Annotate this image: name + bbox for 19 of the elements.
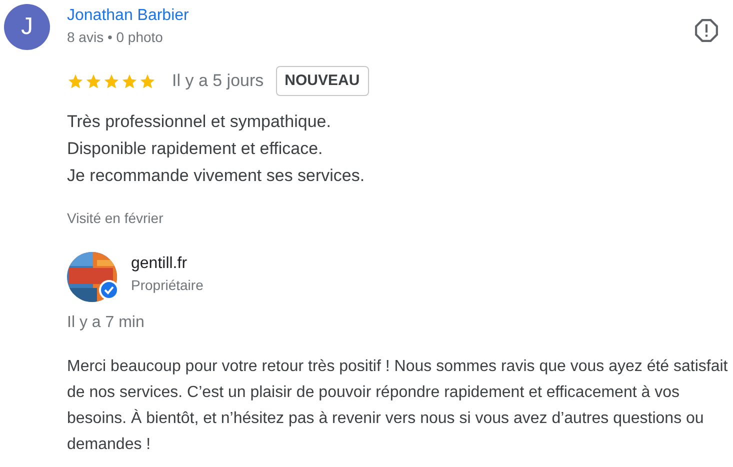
review-line: Disponible rapidement et efficace. (67, 138, 323, 160)
star-icon (67, 72, 84, 90)
owner-name[interactable]: gentill.fr (131, 253, 204, 275)
review-line: Très professionnel et sympathique. (67, 111, 331, 133)
star-icon (121, 72, 138, 90)
author-name[interactable]: Jonathan Barbier (67, 5, 189, 27)
star-icon (103, 72, 120, 90)
review-meta: 8 avis • 0 photo (67, 28, 164, 47)
user-avatar[interactable]: J (4, 4, 50, 50)
reply-time: Il y a 7 min (67, 313, 144, 333)
review-time: Il y a 5 jours (172, 70, 264, 92)
star-icon (85, 72, 102, 90)
review-line: Je recommande vivement ses services. (67, 165, 365, 187)
report-icon[interactable] (694, 18, 719, 43)
owner-role: Propriétaire (131, 276, 204, 295)
visit-date: Visité en février (67, 209, 164, 228)
new-badge: NOUVEAU (276, 66, 369, 96)
reply-text: Merci beaucoup pour votre retour très positif ! Nous sommes ravis que vous ayez été satisfait de nos services. C’est un plaisir de pouvoir répondre rapidement et efficacement à vos besoins. À bientôt, et n’hésitez pas à revenir vers nous si vous avez d’autres questions ou demandes ! (67, 357, 729, 455)
star-icon (139, 72, 156, 90)
